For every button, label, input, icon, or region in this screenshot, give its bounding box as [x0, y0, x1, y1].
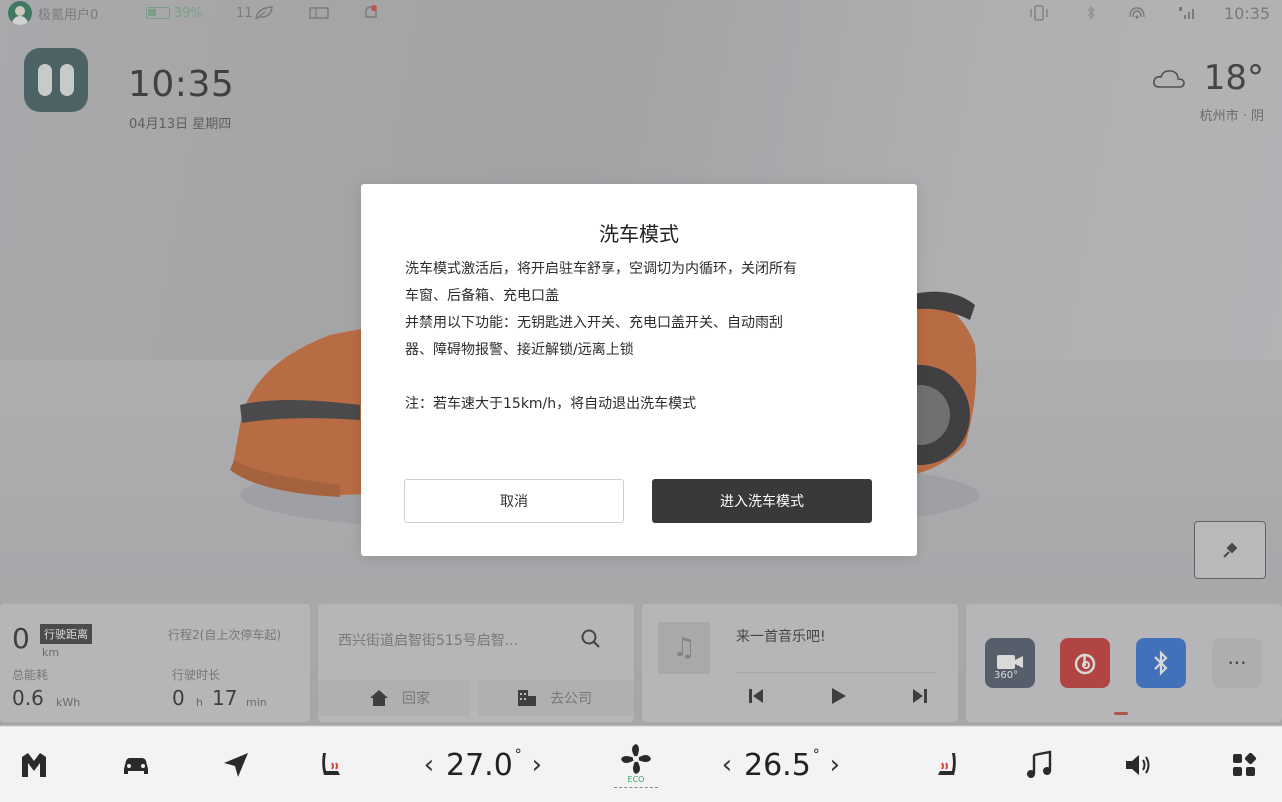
dialog-line-1: 洗车模式激活后，将开启驻车舒享，空调切为内循环，关闭所有 — [405, 261, 797, 277]
driver-temperature: 27.0 — [446, 747, 513, 783]
driver-seat-heat-icon[interactable] — [316, 749, 348, 781]
dialog-body: 洗车模式激活后，将开启驻车舒享，空调切为内循环，关闭所有 车窗、后备箱、充电口盖… — [405, 256, 875, 418]
dialog-line-2: 车窗、后备箱、充电口盖 — [405, 288, 559, 304]
passenger-seat-heat-icon[interactable] — [930, 749, 962, 781]
dialog-title: 洗车模式 — [599, 222, 679, 246]
car-home-screen: 极氪用户0 39% 11 10:35 10:35 04月13日 星期四 18° … — [0, 0, 1282, 802]
fan-icon — [621, 744, 651, 774]
fan-mode-label: ECO — [627, 775, 645, 784]
volume-icon[interactable] — [1122, 749, 1154, 781]
driver-temp-decrease-button[interactable]: ‹ — [414, 750, 444, 780]
car-wash-mode-dialog: 洗车模式 洗车模式激活后，将开启驻车舒享，空调切为内循环，关闭所有 车窗、后备箱… — [361, 184, 917, 556]
bottom-dock: ‹ 27.0 ° › ECO ‹ 26.5 ° › — [0, 726, 1282, 802]
driver-temperature-control: ‹ 27.0 ° › — [414, 745, 552, 785]
navigation-arrow-icon[interactable] — [220, 749, 252, 781]
passenger-temp-increase-button[interactable]: › — [820, 750, 850, 780]
driver-temp-increase-button[interactable]: › — [522, 750, 552, 780]
fan-level-bar — [614, 787, 658, 790]
zeekr-logo-icon[interactable] — [18, 749, 50, 781]
passenger-temperature: 26.5 — [744, 747, 811, 783]
cancel-button[interactable]: 取消 — [404, 479, 624, 523]
enter-wash-mode-button[interactable]: 进入洗车模式 — [652, 479, 872, 523]
dialog-line-4: 器、障碍物报警、接近解锁/远离上锁 — [405, 342, 634, 358]
dialog-line-3: 并禁用以下功能：无钥匙进入开关、充电口盖开关、自动雨刮 — [405, 315, 783, 331]
music-note-dock-icon[interactable] — [1024, 749, 1056, 781]
dialog-note: 注：若车速大于15km/h，将自动退出洗车模式 — [405, 396, 697, 412]
passenger-temp-degree: ° — [812, 747, 820, 763]
dialog-spacer — [405, 364, 875, 391]
car-icon[interactable] — [120, 749, 152, 781]
passenger-temperature-control: ‹ 26.5 ° › — [712, 745, 850, 785]
fan-control-button[interactable]: ECO — [612, 741, 660, 797]
passenger-temp-decrease-button[interactable]: ‹ — [712, 750, 742, 780]
app-grid-icon[interactable] — [1228, 749, 1260, 781]
driver-temp-degree: ° — [514, 747, 522, 763]
